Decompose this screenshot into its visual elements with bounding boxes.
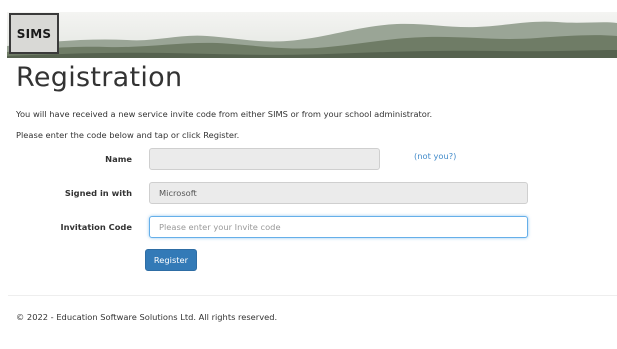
invitation-code-label: Invitation Code — [60, 222, 132, 232]
sims-logo: SIMS — [9, 13, 59, 54]
mountain-banner-image — [7, 12, 617, 58]
register-button[interactable]: Register — [145, 249, 197, 271]
invitation-code-input[interactable]: Please enter your Invite code — [149, 216, 528, 238]
footer-divider — [8, 295, 617, 296]
not-you-link[interactable]: (not you?) — [414, 151, 456, 161]
intro-text-line-2: Please enter the code below and tap or c… — [16, 130, 240, 140]
footer-copyright: © 2022 - Education Software Solutions Lt… — [16, 312, 278, 322]
name-label: Name — [105, 154, 132, 164]
signed-in-field: Microsoft — [149, 182, 528, 204]
signed-in-label: Signed in with — [64, 188, 132, 198]
intro-text-line-1: You will have received a new service inv… — [16, 109, 433, 119]
header-banner: SIMS — [7, 12, 617, 58]
page-title: Registration — [16, 62, 183, 93]
name-field — [149, 148, 380, 170]
